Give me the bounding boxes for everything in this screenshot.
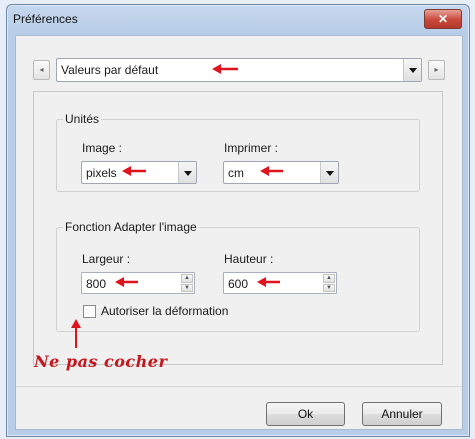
arrowhead-image-unit	[122, 166, 131, 176]
close-icon: ✕	[437, 12, 449, 26]
footer-separator	[16, 386, 462, 387]
ok-button[interactable]: Ok	[266, 402, 345, 426]
close-button[interactable]: ✕	[424, 9, 462, 29]
arrowhead-height	[257, 277, 266, 287]
arrowhead-checkbox	[71, 319, 81, 328]
arrowhead-preset	[212, 64, 221, 74]
arrowhead-width	[115, 277, 124, 287]
title-bar: Préférences ✕	[7, 5, 469, 33]
preferences-dialog: Préférences ✕ ◂ Valeurs par défaut ▸ Uni…	[6, 4, 470, 437]
window-title: Préférences	[13, 12, 78, 26]
dialog-client-area: ◂ Valeurs par défaut ▸ Unités Image : pi…	[15, 35, 463, 430]
cancel-button[interactable]: Annuler	[362, 402, 442, 426]
handwritten-note: Ne pas cocher	[34, 352, 168, 371]
arrowhead-print-unit	[260, 166, 269, 176]
